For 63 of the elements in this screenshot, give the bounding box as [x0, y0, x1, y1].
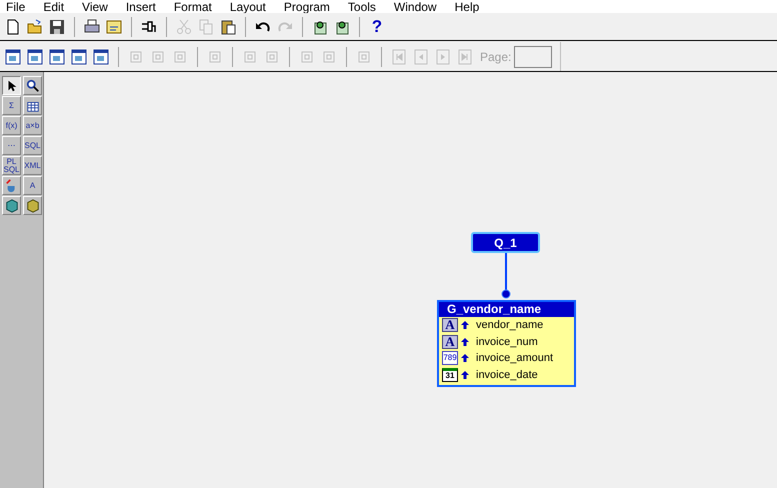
window-icon — [93, 48, 109, 64]
frame-icon — [299, 48, 315, 64]
frame-icon — [172, 48, 188, 64]
window-icon — [27, 48, 43, 64]
group-box[interactable]: G_vendor_name A vendor_name A invoice_num 789 invoice_amount 31 invoice_date — [437, 300, 576, 387]
wizard-icon — [312, 18, 328, 34]
envelope-icon — [106, 18, 122, 34]
menu-item[interactable]: Edit — [43, 0, 64, 12]
character-type-icon: A — [442, 318, 458, 332]
menu-item[interactable]: Tools — [348, 0, 376, 12]
printer-icon — [84, 18, 100, 34]
frame-icon — [356, 48, 372, 64]
frame-icon — [150, 48, 166, 64]
palette-tool[interactable]: Σ — [2, 96, 21, 115]
menu-item[interactable]: Program — [284, 0, 330, 12]
menu-item[interactable]: View — [82, 0, 108, 12]
toolbar-button[interactable]: ? — [366, 16, 388, 38]
palette-tool[interactable]: f(x) — [2, 116, 21, 135]
frame-icon — [207, 48, 223, 64]
column-name[interactable]: invoice_date — [476, 366, 538, 383]
magnifier-icon — [26, 78, 40, 92]
column-name[interactable]: invoice_amount — [476, 350, 554, 366]
plug-icon — [141, 18, 157, 34]
folder-icon — [27, 18, 43, 34]
palette-tool[interactable]: PL SQL — [2, 156, 21, 175]
palette-tool[interactable]: ⋯ — [2, 136, 21, 155]
menu-item[interactable]: Insert — [126, 0, 156, 12]
character-type-icon: A — [442, 334, 458, 349]
copy-icon — [198, 18, 214, 34]
frame-icon — [264, 48, 280, 64]
number-type-icon: 789 — [442, 351, 458, 366]
frame-icon — [242, 48, 258, 64]
column-name[interactable]: invoice_num — [476, 334, 538, 350]
menu-item[interactable]: Window — [394, 0, 437, 12]
menu-item[interactable]: File — [6, 0, 26, 12]
window-icon — [5, 48, 21, 64]
scissors-icon — [176, 18, 192, 34]
last-page-icon — [457, 48, 473, 64]
first-page-icon — [391, 48, 407, 64]
query-box[interactable]: Q_1 — [471, 232, 540, 253]
link-connector — [502, 253, 510, 298]
palette-tool[interactable]: A — [23, 176, 42, 195]
frame-icon — [321, 48, 337, 64]
palette-tool[interactable]: XML — [23, 156, 42, 175]
menu-item[interactable]: Layout — [230, 0, 266, 12]
palette-tool[interactable] — [2, 76, 21, 95]
palette-tool[interactable]: a×b — [23, 116, 42, 135]
date-type-icon: 31 — [442, 368, 458, 382]
wizard-icon — [334, 18, 350, 34]
save-icon — [49, 18, 65, 34]
clipboard-icon — [220, 18, 236, 34]
frame-icon — [128, 48, 144, 64]
page-label: Page: — [480, 48, 512, 66]
group-title: G_vendor_name — [439, 302, 574, 317]
window-icon — [71, 48, 87, 64]
page-icon — [5, 18, 21, 34]
previous-page-icon — [413, 48, 429, 64]
window-icon — [49, 48, 65, 64]
palette-tool[interactable]: SQL — [23, 136, 42, 155]
menu-item[interactable]: Format — [174, 0, 212, 12]
menu-item[interactable]: Help — [454, 0, 480, 12]
next-page-icon — [435, 48, 451, 64]
column-name[interactable]: vendor_name — [476, 317, 544, 334]
